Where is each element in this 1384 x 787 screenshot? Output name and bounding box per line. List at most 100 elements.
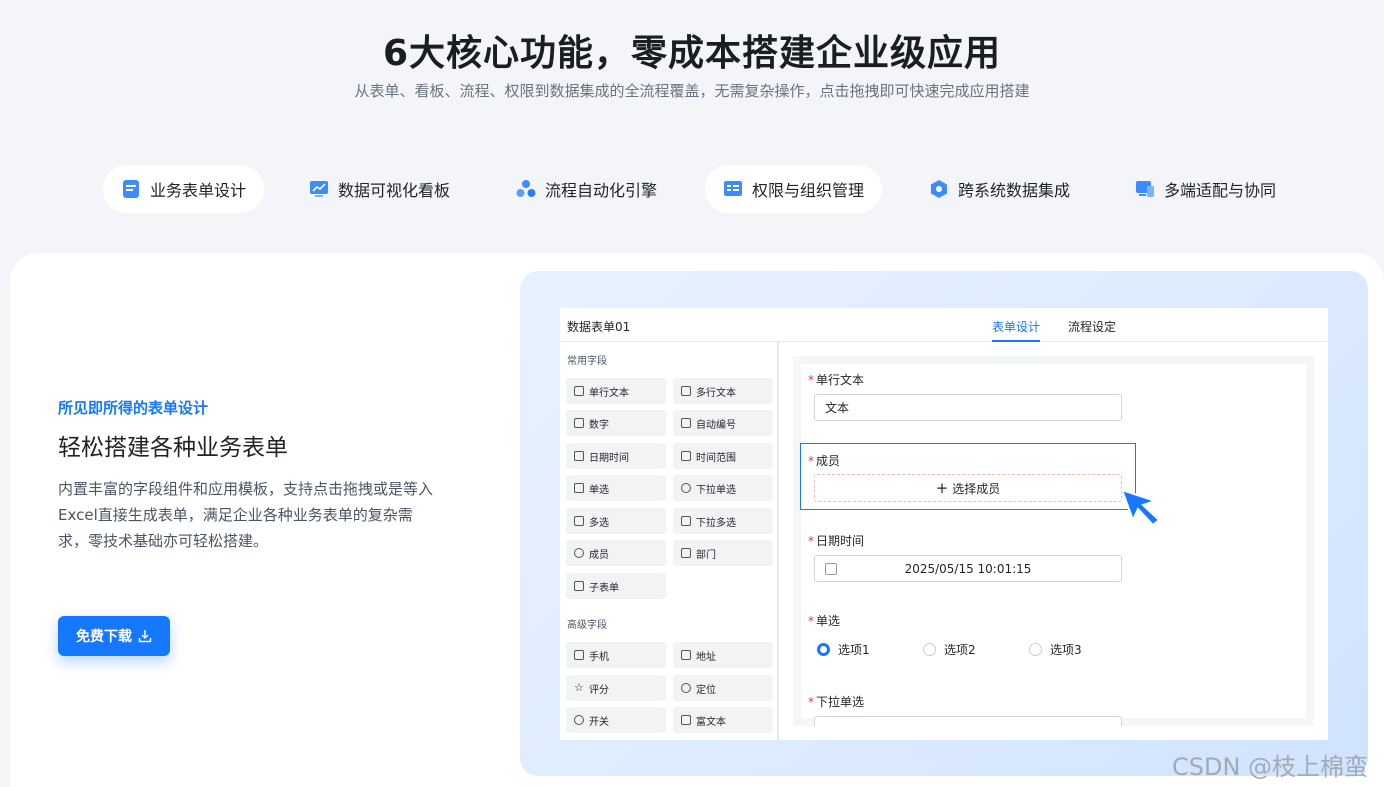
radio-selected-icon — [817, 643, 830, 656]
feature-tabs: 业务表单设计 数据可视化看板 流程自动化引擎 权限与组织管理 跨系统数据集成 多… — [103, 165, 1303, 215]
feature-description: 内置丰富的字段组件和应用模板，支持点击拖拽或是等入Excel直接生成表单，满足企… — [58, 480, 434, 550]
checkbox-icon — [574, 483, 584, 493]
member-field-label: * 成员 — [808, 454, 841, 468]
tab-label: 数据可视化看板 — [338, 181, 451, 200]
form-builder-window: 数据表单01 表单设计 流程设定 常用字段 单行文本 多行文本 数字 自动编号 … — [560, 308, 1328, 740]
field-number[interactable]: 数字 — [566, 410, 666, 436]
integration-icon — [929, 179, 949, 199]
field-label: 富文本 — [696, 716, 726, 728]
field-time-range[interactable]: 时间范围 — [673, 443, 773, 469]
field-rich-text[interactable]: 富文本 — [673, 707, 773, 733]
department-icon — [681, 548, 691, 558]
field-palette: 常用字段 单行文本 多行文本 数字 自动编号 日期时间 时间范围 单选 下拉单选… — [560, 342, 779, 740]
field-address[interactable]: 地址 — [673, 642, 773, 668]
doc-icon — [681, 386, 691, 396]
field-label: 多行文本 — [696, 387, 736, 399]
field-phone[interactable]: 手机 — [566, 642, 666, 668]
tab-label: 跨系统数据集成 — [958, 181, 1071, 200]
user-icon — [574, 548, 584, 558]
select-member-label: 选择成员 — [952, 481, 1001, 496]
number-icon — [574, 418, 584, 428]
star-icon: ☆ — [574, 681, 584, 694]
chevron-down-icon — [681, 516, 691, 526]
field-label: 下拉多选 — [696, 517, 736, 529]
tab-label: 多端适配与协同 — [1164, 181, 1277, 200]
download-button-label: 免费下载 — [76, 629, 132, 645]
field-label: 数字 — [589, 419, 609, 431]
field-label: 手机 — [589, 651, 609, 663]
radio-option-3[interactable]: 选项3 — [1029, 641, 1082, 658]
hero-subtitle: 从表单、看板、流程、权限到数据集成的全流程覆盖，无需复杂操作，点击拖拽即可快速完… — [354, 82, 1030, 100]
field-label: 定位 — [696, 684, 716, 696]
location-icon — [681, 683, 691, 693]
tab-flow-settings[interactable]: 流程设定 — [1068, 318, 1116, 335]
download-icon — [138, 629, 152, 643]
field-subform[interactable]: 子表单 — [566, 573, 666, 599]
free-download-button[interactable]: 免费下载 — [58, 616, 170, 656]
radio-option-1[interactable]: 选项1 — [817, 641, 870, 658]
tab-flow-engine[interactable]: 流程自动化引擎 — [498, 165, 675, 213]
tab-label: 流程自动化引擎 — [545, 181, 658, 200]
single-text-field-label: * 单行文本 — [808, 373, 865, 387]
field-auto-number[interactable]: 自动编号 — [673, 410, 773, 436]
field-label: 子表单 — [589, 582, 619, 594]
multi-device-icon — [1135, 179, 1155, 199]
field-datetime[interactable]: 日期时间 — [566, 443, 666, 469]
tab-form-design-editor[interactable]: 表单设计 — [992, 318, 1041, 342]
field-dropdown-multi[interactable]: 下拉多选 — [673, 508, 773, 534]
datetime-input[interactable]: 2025/05/15 10:01:15 — [814, 555, 1122, 582]
field-location[interactable]: 定位 — [673, 675, 773, 701]
calendar-icon — [681, 451, 691, 461]
tab-multi-device[interactable]: 多端适配与协同 — [1117, 165, 1294, 213]
calendar-icon — [574, 451, 584, 461]
subform-icon — [574, 581, 584, 591]
field-label: 单行文本 — [589, 387, 629, 399]
doc-icon — [574, 386, 584, 396]
field-label: 多选 — [589, 517, 609, 529]
chart-icon — [309, 179, 329, 199]
power-icon — [574, 715, 584, 725]
field-member[interactable]: 成员 — [566, 540, 666, 566]
tab-label: 权限与组织管理 — [752, 181, 865, 200]
field-label: 自动编号 — [696, 419, 736, 431]
field-checkbox[interactable]: 多选 — [566, 508, 666, 534]
tab-form-design[interactable]: 业务表单设计 — [103, 165, 265, 213]
select-member-button[interactable]: + 选择成员 — [814, 474, 1122, 502]
flow-icon — [516, 179, 536, 199]
phone-icon — [574, 650, 584, 660]
field-label: 成员 — [589, 549, 609, 561]
plus-icon: + — [935, 479, 949, 497]
field-label: 单选 — [589, 484, 609, 496]
form-canvas: * 单行文本 文本 * 成员 + 选择成员 * 日期时间 2025/05/15 10:0… — [793, 356, 1314, 726]
common-fields-label: 常用字段 — [567, 356, 607, 367]
calendar-icon — [825, 563, 837, 575]
radio-field-label: * 单选 — [808, 614, 841, 628]
hero-title: 6大核心功能，零成本搭建企业级应用 — [382, 33, 1002, 74]
list-icon — [681, 418, 691, 428]
field-radio[interactable]: 单选 — [566, 475, 666, 501]
builder-header: 数据表单01 表单设计 流程设定 — [560, 308, 1328, 342]
field-department[interactable]: 部门 — [673, 540, 773, 566]
tab-dashboard[interactable]: 数据可视化看板 — [291, 165, 468, 213]
tab-permission[interactable]: 权限与组织管理 — [705, 165, 883, 213]
field-label: 下拉单选 — [696, 484, 736, 496]
radio-icon — [923, 643, 936, 656]
map-icon — [681, 650, 691, 660]
field-rating[interactable]: ☆ 评分 — [566, 675, 666, 701]
multi-check-icon — [574, 516, 584, 526]
field-label: 时间范围 — [696, 452, 736, 464]
radio-option-2[interactable]: 选项2 — [923, 641, 976, 658]
field-multi-text[interactable]: 多行文本 — [673, 378, 773, 404]
single-text-input[interactable]: 文本 — [814, 394, 1122, 421]
dropdown-select[interactable] — [814, 716, 1122, 726]
feature-kicker: 所见即所得的表单设计 — [58, 399, 209, 417]
datetime-value: 2025/05/15 10:01:15 — [904, 561, 1032, 576]
radio-icon — [1029, 643, 1042, 656]
field-label: 评分 — [589, 684, 609, 696]
watermark: CSDN @枝上棉蛮 — [1172, 753, 1369, 781]
tab-integration[interactable]: 跨系统数据集成 — [911, 165, 1088, 213]
field-switch[interactable]: 开关 — [566, 707, 666, 733]
field-dropdown-single[interactable]: 下拉单选 — [673, 475, 773, 501]
permission-icon — [723, 179, 743, 199]
field-single-text[interactable]: 单行文本 — [566, 378, 666, 404]
